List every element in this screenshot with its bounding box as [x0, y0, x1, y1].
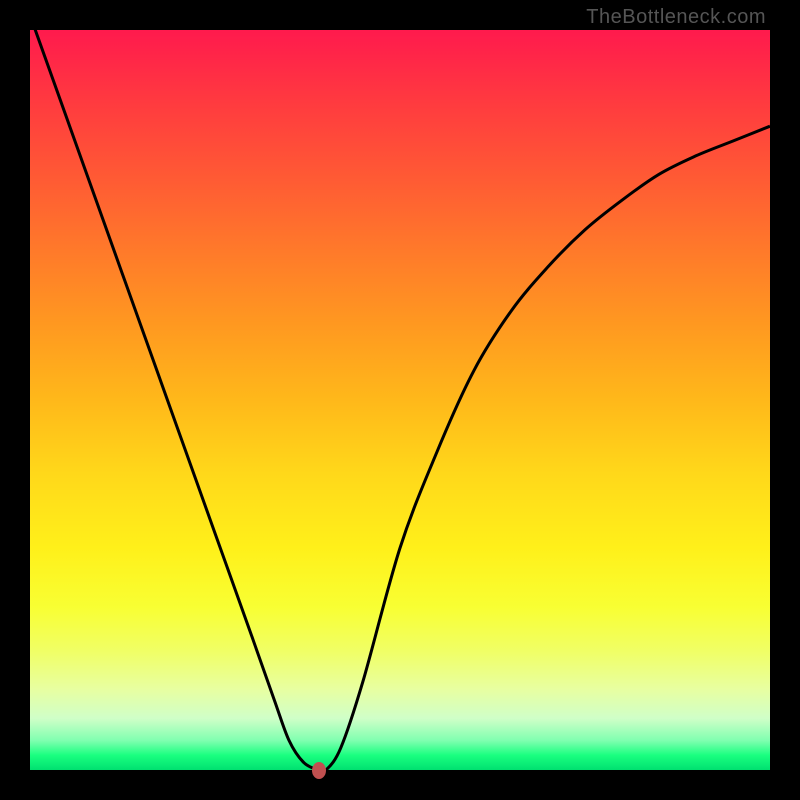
watermark-text: TheBottleneck.com — [586, 6, 766, 29]
optimal-point-marker — [312, 762, 326, 779]
curve-svg — [30, 30, 770, 770]
bottleneck-curve — [30, 30, 770, 770]
chart-plot-area — [30, 30, 770, 770]
